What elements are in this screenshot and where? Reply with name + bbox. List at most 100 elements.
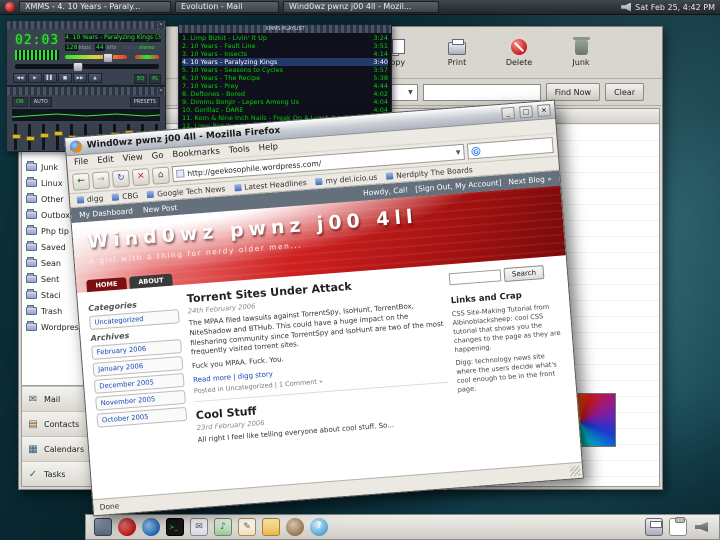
menu-item[interactable]: File — [74, 157, 89, 168]
playlist-track[interactable]: 6. 10 Years - The Recipe 5:38 — [182, 74, 388, 82]
playlist-track[interactable]: 8. Deftones - Bored 4:02 — [182, 90, 388, 98]
volume-icon[interactable] — [621, 2, 632, 12]
mail-icon — [27, 394, 39, 405]
terminal-icon[interactable] — [166, 518, 184, 536]
pl-toggle[interactable]: PL — [149, 74, 161, 84]
eq-slider[interactable] — [40, 124, 50, 150]
playlist-track[interactable]: 3. 10 Years - Insects 4:14 — [182, 50, 388, 58]
playlist-track[interactable]: 1. Limp Bizkit - Livin' It Up 3:24 — [182, 34, 388, 42]
home-button[interactable] — [151, 165, 170, 185]
close-icon[interactable] — [537, 103, 551, 117]
new-post-link[interactable]: New Post — [143, 203, 178, 215]
text-editor-icon[interactable] — [238, 518, 256, 536]
xmms-titlebar[interactable] — [7, 21, 165, 29]
blog-search: Search — [448, 264, 558, 286]
close-icon[interactable] — [158, 88, 164, 94]
taskbar-button-firefox[interactable]: Wind0wz pwnz j00 4ll - Mozil... — [283, 1, 439, 13]
tasks-shortcut[interactable]: Tasks — [22, 461, 98, 486]
archives-list: February 2006 January 2006 December 2005 No… — [91, 339, 188, 428]
play-button[interactable] — [28, 73, 42, 83]
bookmark-item[interactable]: CBG — [111, 191, 139, 202]
my-dashboard-link[interactable]: My Dashboard — [79, 206, 134, 219]
previous-button[interactable] — [13, 73, 27, 83]
menu-icon[interactable] — [5, 2, 15, 12]
printer-icon[interactable] — [645, 518, 663, 536]
forward-button[interactable] — [91, 170, 111, 189]
blog-search-button[interactable]: Search — [503, 265, 545, 283]
playlist-track[interactable]: 5. 10 Years - Seasons to Cycles 3:57 — [182, 66, 388, 74]
volume-slider[interactable] — [65, 53, 127, 63]
eject-button[interactable] — [88, 73, 102, 83]
playlist-track[interactable]: 2. 10 Years - Fault Line 3:51 — [182, 42, 388, 50]
balance-slider[interactable] — [135, 55, 159, 59]
menu-item[interactable]: Tools — [228, 144, 250, 156]
playlist-titlebar[interactable]: XMMS PLAYLIST — [179, 25, 391, 33]
eq-auto-button[interactable]: AUTO — [29, 97, 52, 107]
khz-label: kHz — [107, 45, 117, 51]
mono-indicator: mono — [123, 45, 138, 51]
menu-item[interactable]: Bookmarks — [172, 147, 220, 161]
applications-menu-icon[interactable] — [118, 518, 136, 536]
bookmark-item[interactable]: digg — [76, 194, 104, 205]
playlist-track[interactable]: 4. 10 Years - Paralyzing Kings 3:40 — [182, 58, 388, 66]
web-browser-icon[interactable] — [142, 518, 160, 536]
taskbar-button-evolution[interactable]: Evolution - Mail — [175, 1, 279, 13]
print-label: Print — [447, 57, 467, 67]
eq-slider[interactable] — [26, 124, 36, 150]
help-icon[interactable] — [310, 518, 328, 536]
calendar-icon — [27, 444, 39, 455]
show-desktop-icon[interactable] — [94, 518, 112, 536]
eq-toggle[interactable]: EQ — [134, 74, 148, 84]
blog-search-input[interactable] — [448, 269, 502, 286]
folder-icon — [26, 193, 37, 203]
next-blog-link[interactable]: Next Blog » — [508, 174, 552, 186]
menu-item[interactable]: Go — [151, 151, 164, 162]
category-link[interactable]: Uncategorized — [88, 309, 180, 331]
close-icon[interactable] — [158, 22, 164, 28]
eq-on-button[interactable]: ON — [12, 97, 28, 107]
menu-item[interactable]: View — [122, 152, 143, 164]
folder-icon — [26, 177, 37, 187]
web-search-input[interactable] — [483, 140, 550, 155]
menu-item[interactable]: Edit — [97, 155, 114, 166]
playlist-track[interactable]: 7. 10 Years - Prey 4:44 — [182, 82, 388, 90]
eq-presets-button[interactable]: PRESETS — [129, 97, 160, 107]
taskbar-button-xmms[interactable]: XMMS - 4. 10 Years - Paraly... — [19, 1, 171, 13]
bitrate-value: 128 — [65, 44, 79, 51]
next-button[interactable] — [73, 73, 87, 83]
clipboard-icon[interactable] — [669, 517, 687, 536]
email-icon[interactable] — [190, 518, 208, 536]
stop-button[interactable] — [58, 73, 72, 83]
stop-button[interactable] — [131, 167, 151, 186]
pause-button[interactable] — [43, 73, 57, 83]
print-button[interactable]: Print — [431, 31, 483, 75]
maximize-icon[interactable] — [519, 104, 533, 118]
junk-button[interactable]: Junk — [555, 31, 607, 75]
clear-button[interactable]: Clear — [605, 83, 644, 101]
samplerate-value: 44 — [95, 44, 105, 51]
playlist-track[interactable]: 10. Gorillaz - DARE 4:04 — [182, 106, 388, 114]
left-sidebar: Categories Uncategorized Archives Februa… — [88, 293, 190, 457]
reload-button[interactable] — [111, 169, 131, 188]
file-manager-icon[interactable] — [262, 518, 280, 536]
equalizer-titlebar[interactable] — [7, 87, 165, 95]
menu-item[interactable]: Help — [258, 142, 278, 153]
music-player-icon[interactable] — [214, 518, 232, 536]
xmms-main-window: 02:03 4. 10 Years - Paralyzing Kings (3:… — [6, 20, 166, 86]
minimize-icon[interactable] — [501, 106, 516, 120]
checkmark-icon — [27, 469, 39, 480]
playlist-track[interactable]: 9. Dimmu Borgir - Lepers Among Us 4:04 — [182, 98, 388, 106]
back-button[interactable] — [71, 172, 91, 191]
folder-icon — [26, 209, 37, 219]
eq-slider[interactable] — [54, 124, 64, 150]
find-now-button[interactable]: Find Now — [545, 83, 601, 101]
image-editor-icon[interactable] — [286, 518, 304, 536]
delete-button[interactable]: Delete — [493, 31, 545, 75]
volume-icon[interactable] — [693, 518, 711, 536]
chevron-down-icon[interactable]: ▼ — [456, 149, 461, 156]
archive-link[interactable]: October 2005 — [96, 406, 188, 428]
bookmark-icon — [111, 193, 120, 201]
evolution-search-input[interactable] — [422, 83, 541, 101]
eq-slider[interactable] — [12, 124, 21, 150]
seek-slider[interactable] — [15, 62, 159, 72]
